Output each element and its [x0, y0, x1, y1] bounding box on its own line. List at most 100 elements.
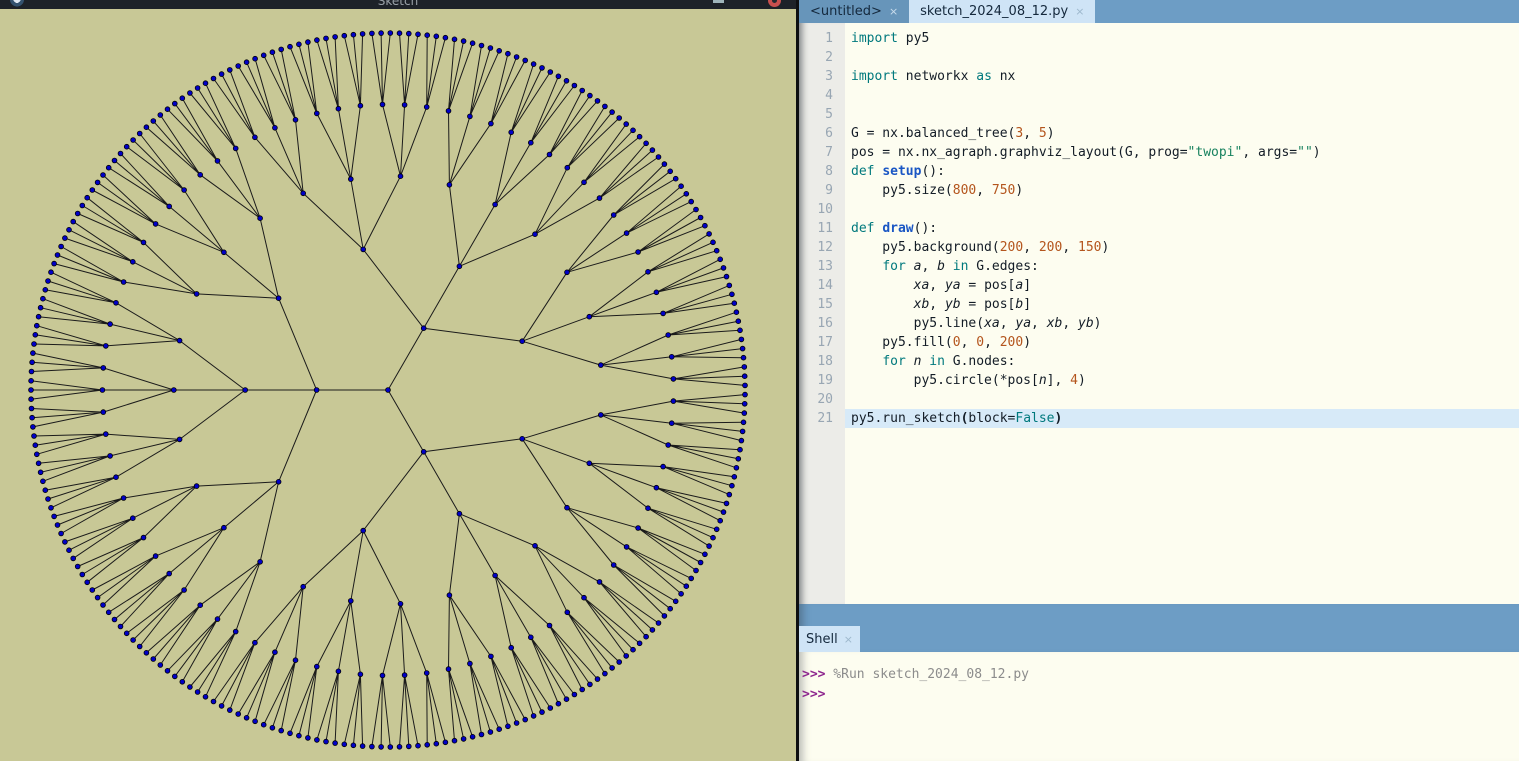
code-line[interactable]: py5.background(200, 200, 150) [845, 238, 1519, 257]
tree-node [33, 332, 38, 337]
code-lines[interactable]: import py5 import networkx as nx G = nx.ba… [845, 23, 1519, 604]
code-line[interactable]: G = nx.balanced_tree(3, 5) [845, 124, 1519, 143]
tree-node [361, 528, 366, 533]
tree-node [493, 202, 498, 207]
tree-node [90, 588, 95, 593]
code-line[interactable] [845, 48, 1519, 67]
code-line[interactable] [845, 390, 1519, 409]
tree-node [572, 692, 577, 697]
code-line[interactable]: for n in G.nodes: [845, 352, 1519, 371]
tree-node [288, 44, 293, 49]
tab-sketch-file-label: sketch_2024_08_12.py [920, 4, 1068, 19]
code-line[interactable]: def draw(): [845, 219, 1519, 238]
tree-node [101, 366, 106, 371]
code-line[interactable]: py5.circle(*pos[n], 4) [845, 371, 1519, 390]
tree-node [402, 103, 407, 108]
tree-node [130, 259, 135, 264]
line-number: 12 [799, 238, 833, 257]
tree-node [342, 33, 347, 38]
tree-node [650, 628, 655, 633]
tree-node [721, 510, 726, 515]
tree-node [333, 35, 338, 40]
code-editor[interactable]: 123456789101112131415161718192021 import… [799, 23, 1519, 604]
tree-node [370, 744, 375, 749]
tree-node [624, 545, 629, 550]
tree-node [137, 131, 142, 136]
tree-node [509, 645, 514, 650]
tree-node [29, 369, 34, 374]
tree-node [637, 134, 642, 139]
code-line[interactable] [845, 86, 1519, 105]
tree-node [443, 35, 448, 40]
tree-node [711, 535, 716, 540]
code-line[interactable]: pos = nx.nx_agraph.graphviz_layout(G, pr… [845, 143, 1519, 162]
code-line[interactable]: py5.run_sketch(block=False) [845, 409, 1519, 428]
tree-node [75, 564, 80, 569]
tree-node [165, 107, 170, 112]
tree-node [379, 31, 384, 36]
tree-node [624, 231, 629, 236]
tree-node [564, 697, 569, 702]
tree-node [388, 31, 393, 36]
tab-untitled[interactable]: <untitled> × [799, 0, 909, 23]
tree-node [446, 109, 451, 114]
tree-node [564, 78, 569, 83]
tree-node [118, 624, 123, 629]
tree-node [297, 42, 302, 47]
tab-close-icon[interactable]: × [1075, 5, 1084, 18]
tree-node [253, 719, 258, 724]
tree-node [742, 411, 747, 416]
code-line[interactable]: import py5 [845, 29, 1519, 48]
close-icon [772, 0, 777, 3]
tree-node [598, 413, 603, 418]
tree-node [703, 223, 708, 228]
tree-node [656, 155, 661, 160]
code-line[interactable]: xa, ya = pos[a] [845, 276, 1519, 295]
tree-node [470, 41, 475, 46]
sketch-background [0, 9, 796, 761]
tree-node [188, 91, 193, 96]
code-line[interactable] [845, 105, 1519, 124]
code-line[interactable]: xb, yb = pos[b] [845, 295, 1519, 314]
code-line[interactable]: def setup(): [845, 162, 1519, 181]
tree-node [31, 425, 36, 430]
tree-node [724, 274, 729, 279]
tree-node [736, 456, 741, 461]
tree-node [654, 290, 659, 295]
tree-node [739, 337, 744, 342]
tree-node [684, 191, 689, 196]
tree-node [610, 110, 615, 115]
line-number: 15 [799, 295, 833, 314]
tree-node [276, 296, 281, 301]
minimize-button[interactable] [713, 0, 724, 3]
tree-node [182, 588, 187, 593]
tree-node [531, 714, 536, 719]
code-line[interactable]: py5.line(xa, ya, xb, yb) [845, 314, 1519, 333]
tree-node [397, 744, 402, 749]
tab-sketch-file[interactable]: sketch_2024_08_12.py × [909, 0, 1095, 23]
tree-node [434, 34, 439, 39]
tree-node [533, 232, 538, 237]
tree-node [215, 159, 220, 164]
tree-node [548, 70, 553, 75]
tree-node [380, 673, 385, 678]
line-number: 7 [799, 143, 833, 162]
shell-output[interactable]: >>> %Run sketch_2024_08_12.py >>> [799, 652, 1519, 761]
sketch-titlebar[interactable]: Sketch [0, 0, 796, 9]
tree-node [358, 103, 363, 108]
code-line[interactable]: for a, b in G.edges: [845, 257, 1519, 276]
tree-node [671, 377, 676, 382]
tab-close-icon[interactable]: × [844, 633, 853, 646]
code-line[interactable]: import networkx as nx [845, 67, 1519, 86]
shell-prompt: >>> [802, 667, 825, 682]
tree-node [151, 657, 156, 662]
tree-node [662, 614, 667, 619]
tree-node [177, 338, 182, 343]
code-line[interactable] [845, 200, 1519, 219]
tab-close-icon[interactable]: × [889, 5, 898, 18]
line-number: 3 [799, 67, 833, 86]
tab-shell[interactable]: Shell × [799, 626, 860, 652]
code-line[interactable]: py5.fill(0, 0, 200) [845, 333, 1519, 352]
code-line[interactable]: py5.size(800, 750) [845, 181, 1519, 200]
shell-prompt: >>> [802, 687, 825, 702]
